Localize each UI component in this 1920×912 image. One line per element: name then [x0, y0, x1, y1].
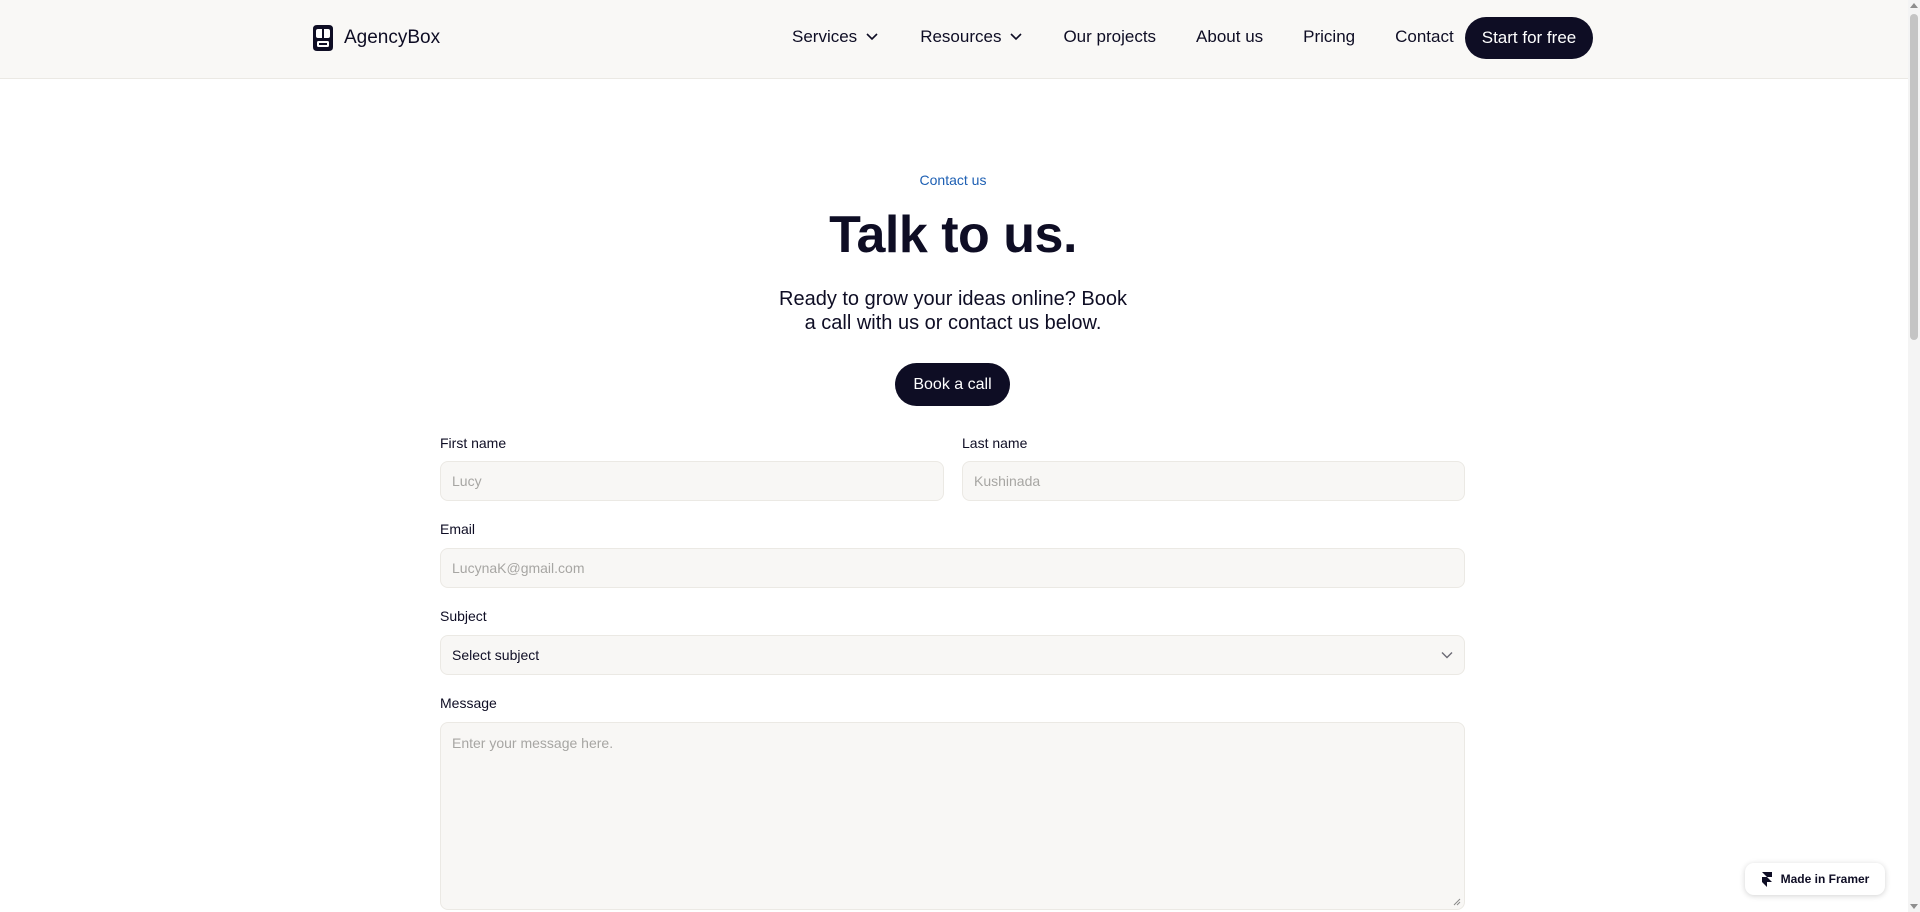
brand-name: AgencyBox [344, 27, 441, 48]
made-in-framer-badge[interactable]: Made in Framer [1745, 863, 1885, 895]
email-field[interactable] [440, 548, 1465, 588]
nav-pricing[interactable]: Pricing [1303, 27, 1355, 47]
last-name-field[interactable] [962, 461, 1465, 501]
subject-select-value: Select subject [452, 647, 540, 663]
chevron-down-icon [1010, 33, 1023, 41]
brand-logo[interactable]: AgencyBox [311, 24, 440, 52]
subject-select[interactable]: Select subject [440, 635, 1465, 675]
framer-icon [1761, 872, 1772, 887]
made-in-framer-label: Made in Framer [1780, 872, 1870, 886]
scroll-down-arrow-icon[interactable] [1910, 904, 1918, 909]
contact-eyebrow: Contact us [919, 172, 987, 188]
start-for-free-button[interactable]: Start for free [1465, 17, 1593, 59]
first-name-field[interactable] [440, 461, 944, 501]
nav-services-label: Services [792, 27, 858, 46]
message-wrapper [440, 722, 1465, 910]
last-name-label: Last name [962, 435, 1028, 451]
chevron-down-icon [866, 33, 878, 41]
subject-label: Subject [440, 608, 487, 624]
top-nav: AgencyBox Services Resources Our project… [0, 0, 1908, 79]
chevron-down-icon [1441, 652, 1453, 659]
first-name-label: First name [440, 435, 507, 451]
scroll-up-arrow-icon[interactable] [1910, 3, 1918, 8]
resize-handle-icon[interactable] [1453, 898, 1461, 906]
nav-our-projects[interactable]: Our projects [1063, 27, 1156, 47]
email-label: Email [440, 521, 476, 537]
page-scrollbar[interactable] [1908, 0, 1920, 912]
robot-logo-icon [313, 25, 333, 51]
nav-about-us[interactable]: About us [1196, 27, 1263, 47]
nav-resources-label: Resources [920, 27, 1002, 46]
nav-services[interactable]: Services [792, 27, 879, 47]
nav-resources[interactable]: Resources [920, 27, 1023, 47]
book-a-call-button[interactable]: Book a call [895, 363, 1010, 406]
hero-subtitle: Ready to grow your ideas online? Book a … [779, 288, 1127, 334]
page-title: Talk to us. [829, 206, 1077, 264]
nav-contact[interactable]: Contact [1395, 27, 1454, 47]
nav-links: Services Resources Our projects About us… [792, 27, 1454, 47]
message-label: Message [440, 695, 497, 711]
scrollbar-thumb[interactable] [1910, 14, 1918, 340]
message-field[interactable] [440, 722, 1465, 910]
